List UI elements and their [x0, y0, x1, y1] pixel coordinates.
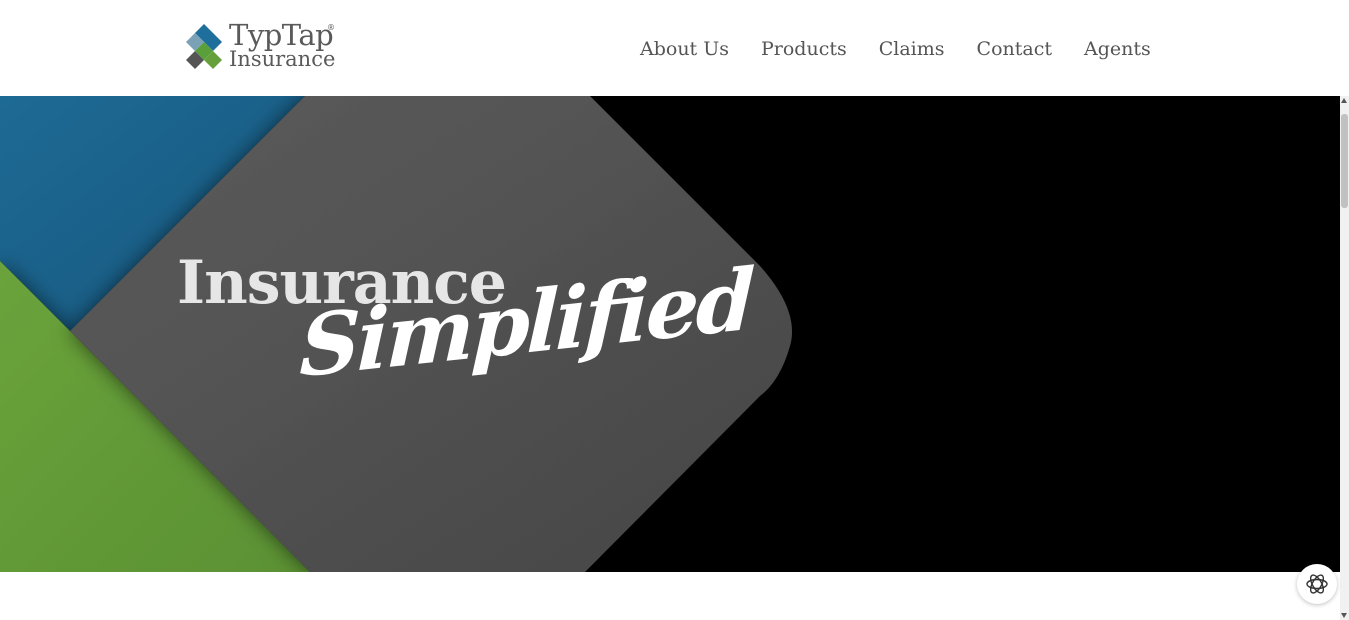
- logo-mark-icon: [186, 24, 222, 69]
- nav-about-us[interactable]: About Us: [640, 36, 729, 62]
- openai-knot-icon: [1306, 574, 1328, 594]
- logo-subtitle: Insurance: [229, 47, 336, 71]
- logo-wordmark: TypTap ® Insurance: [229, 20, 335, 70]
- site-header: TypTap ® Insurance About Us Products Cla…: [0, 0, 1340, 96]
- hero-banner: Insurance Simplified: [0, 96, 1340, 572]
- nav-contact[interactable]: Contact: [977, 36, 1052, 62]
- scroll-down-arrow-icon[interactable]: [1341, 613, 1347, 618]
- nav-claims[interactable]: Claims: [879, 36, 945, 62]
- logo-brand: TypTap: [229, 18, 334, 52]
- main-nav: About Us Products Claims Contact Agents: [640, 36, 1151, 62]
- page-scrollbar[interactable]: [1340, 96, 1349, 620]
- scroll-thumb[interactable]: [1341, 114, 1348, 208]
- chat-widget-button[interactable]: [1297, 564, 1337, 604]
- registered-mark: ®: [327, 23, 335, 32]
- logo[interactable]: TypTap ® Insurance: [186, 20, 346, 74]
- nav-products[interactable]: Products: [761, 36, 847, 62]
- nav-agents[interactable]: Agents: [1084, 36, 1151, 62]
- scroll-up-arrow-icon[interactable]: [1341, 98, 1347, 103]
